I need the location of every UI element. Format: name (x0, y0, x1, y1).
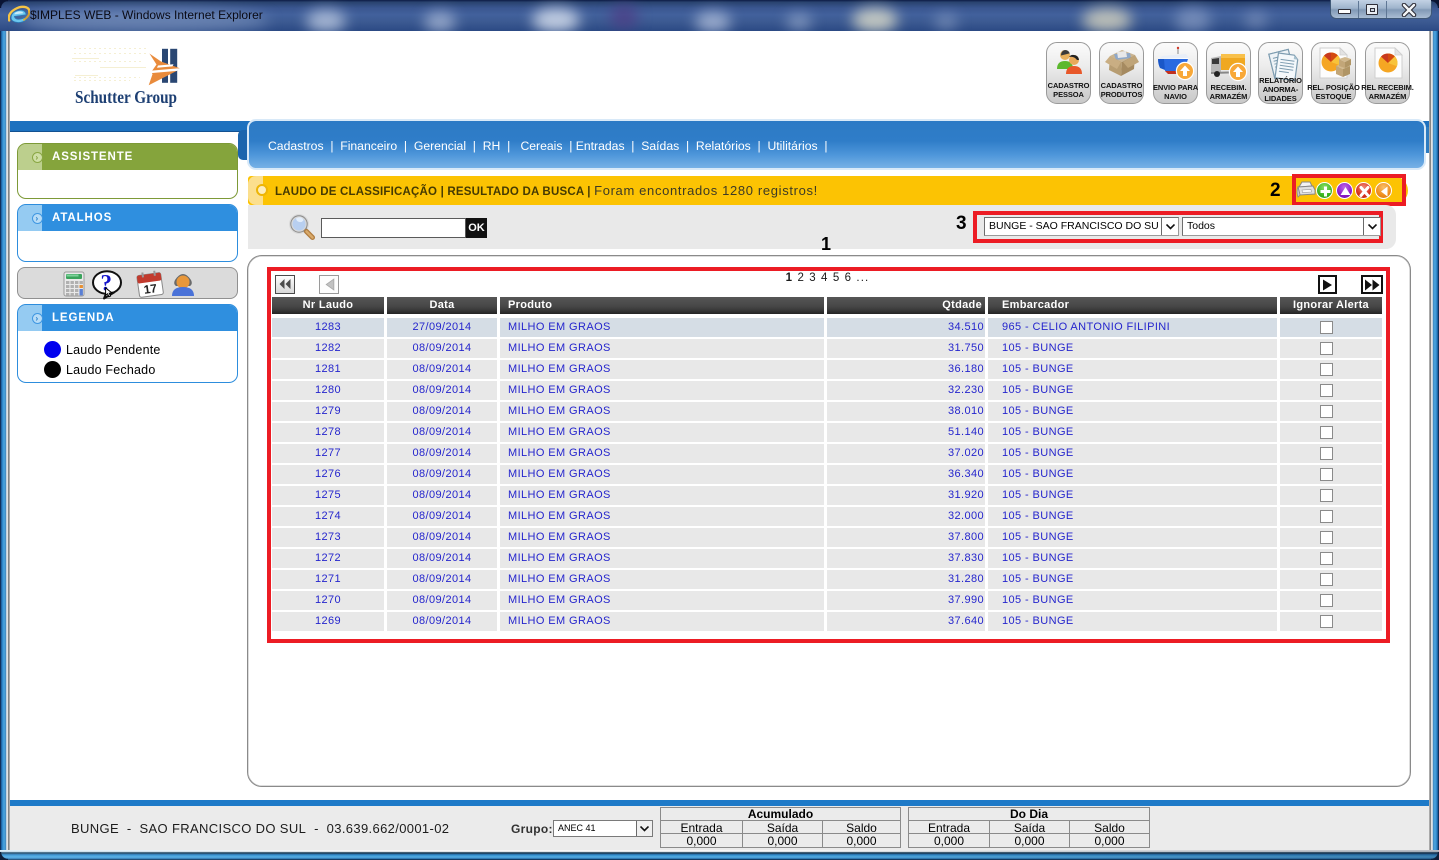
svg-text:Schutter Group: Schutter Group (75, 87, 177, 107)
svg-text:17: 17 (143, 281, 158, 297)
